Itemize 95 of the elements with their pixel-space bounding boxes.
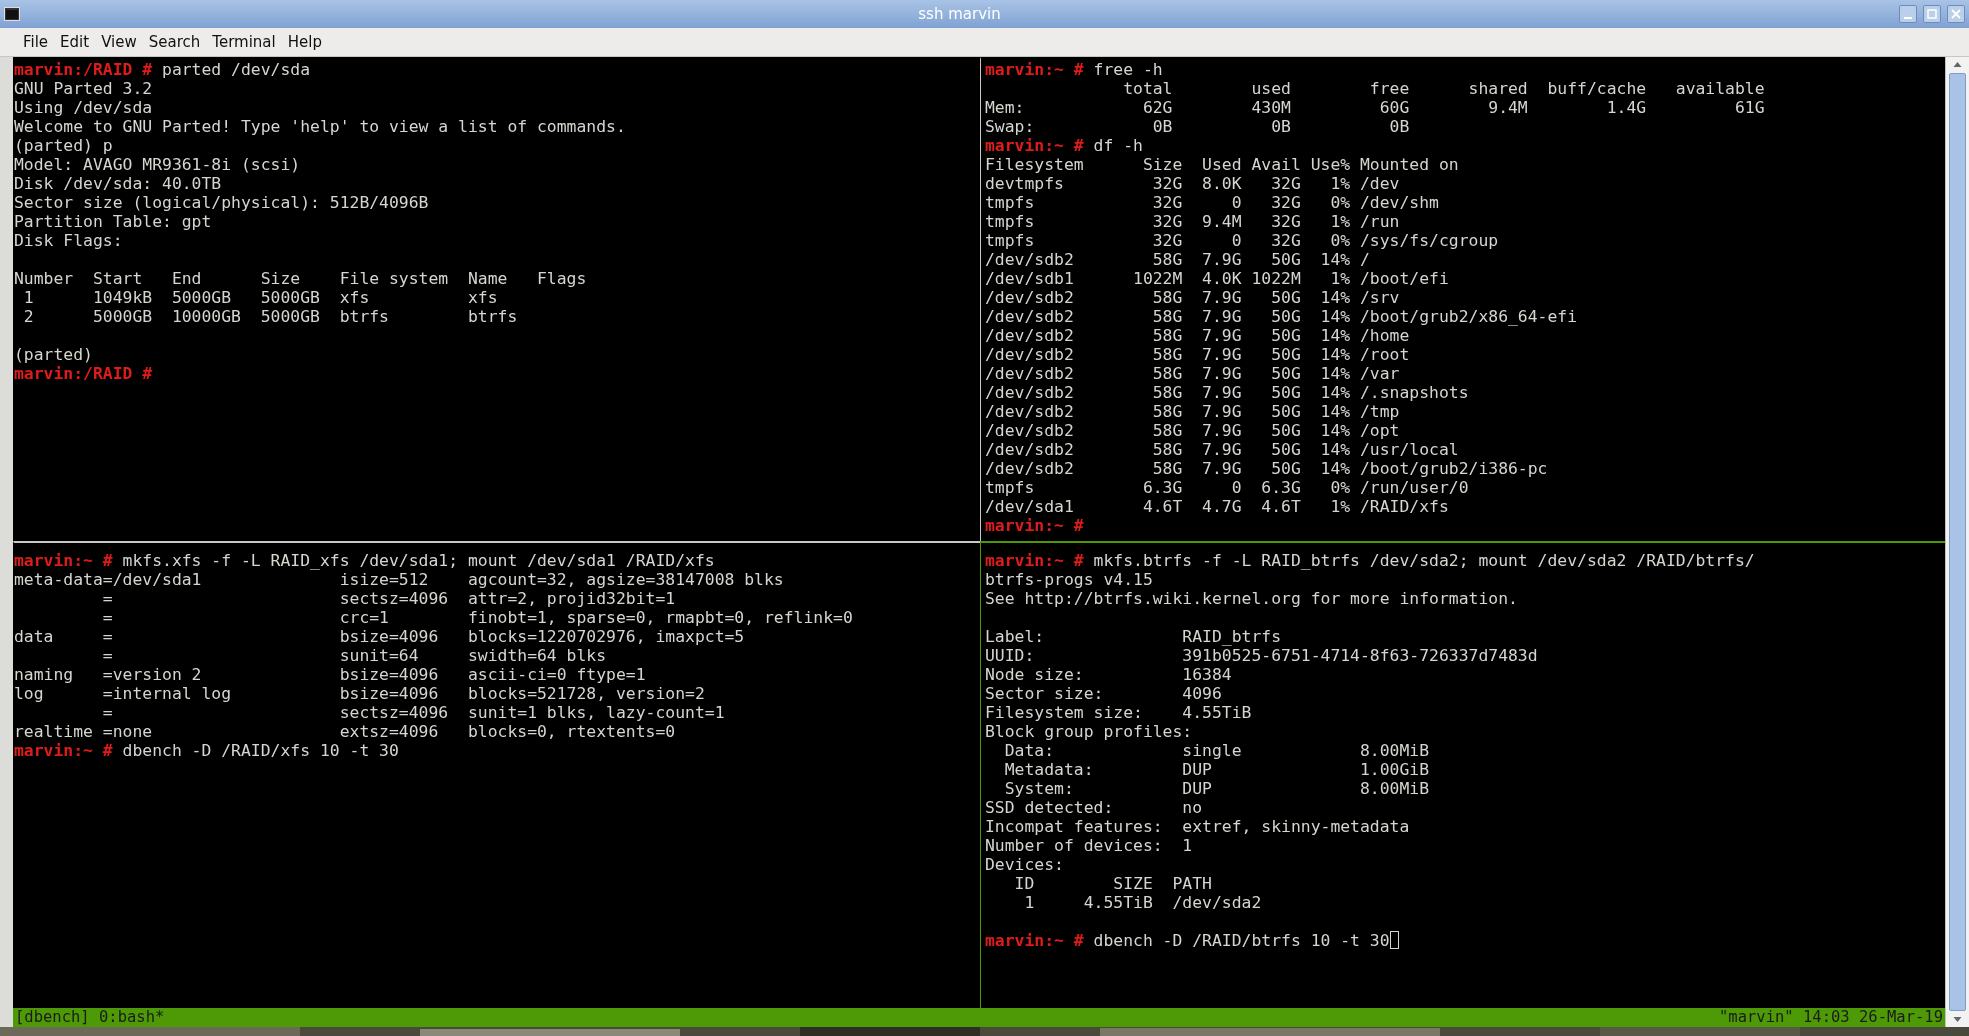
output-line: Partition Table: gpt — [14, 212, 212, 231]
output-line: = sunit=64 swidth=64 blks — [101, 646, 607, 665]
shell-prompt: marvin:/RAID # — [14, 364, 153, 383]
output-line: /dev/sdb2 58G 7.9G 50G 14% /root — [985, 345, 1410, 364]
menu-item[interactable]: Edit — [55, 30, 95, 54]
output-line: /dev/sdb2 58G 7.9G 50G 14% / — [985, 250, 1370, 269]
output-line: /dev/sdb2 58G 7.9G 50G 14% /home — [985, 326, 1410, 345]
output-line: See http://btrfs.wiki.kernel.org for more information. — [985, 589, 1518, 608]
output-line: Using /dev/sda — [14, 98, 153, 117]
output-line: /dev/sdb2 58G 7.9G 50G 14% /.snapshots — [985, 383, 1469, 402]
output-line: /dev/sdb2 58G 7.9G 50G 14% /usr/local — [985, 440, 1459, 459]
menu-item[interactable]: View — [96, 30, 142, 54]
close-icon — [1951, 9, 1961, 19]
shell-prompt: marvin:~ # — [14, 551, 113, 570]
output-line: /dev/sdb2 58G 7.9G 50G 14% /boot/grub2/x86_64-efi — [985, 307, 1578, 326]
output-line: Filesystem size: 4.55TiB — [985, 703, 1252, 722]
output-line: /dev/sdb2 58G 7.9G 50G 14% /opt — [985, 421, 1400, 440]
output-line: Number Start End Size File system Name Flags — [14, 269, 587, 288]
scroll-thumb[interactable] — [1949, 73, 1966, 1011]
scrollbar[interactable] — [1945, 57, 1969, 1027]
command-text: free -h — [1093, 60, 1163, 79]
output-line: tmpfs 6.3G 0 6.3G 0% /run/user/0 — [985, 478, 1469, 497]
output-line: Disk /dev/sda: 40.0TB — [14, 174, 222, 193]
output-line: Welcome to GNU Parted! Type 'help' to view a list of commands. — [14, 117, 626, 136]
command-text: dbench -D /RAID/btrfs 10 -t 30 — [1093, 931, 1390, 950]
output-line: Sector size: 4096 — [985, 684, 1222, 703]
close-button[interactable] — [1947, 5, 1965, 23]
output-line: = sectsz=4096 sunit=1 blks, lazy-count=1 — [101, 703, 725, 722]
output-line: (parted) — [14, 345, 93, 364]
output-line: total used free shared buff/cache available — [1122, 79, 1765, 98]
shell-prompt: marvin:~ # — [985, 551, 1084, 570]
output-line: naming =version 2 bsize=4096 ascii-ci=0 ftype=1 — [14, 665, 646, 684]
output-line: tmpfs 32G 0 32G 0% /sys/fs/cgroup — [985, 231, 1499, 250]
shell-prompt: marvin:~ # — [985, 60, 1084, 79]
output-line: tmpfs 32G 9.4M 32G 1% /run — [985, 212, 1400, 231]
shell-prompt: marvin:~ # — [14, 741, 113, 760]
output-line: meta-data=/dev/sda1 isize=512 agcount=32, agsize=38147008 blks — [14, 570, 784, 589]
command-text: mkfs.btrfs -f -L RAID_btrfs /dev/sda2; mount /dev/sda2 /RAID/btrfs/ — [1093, 551, 1755, 570]
output-line: ID SIZE PATH — [1013, 874, 1212, 893]
output-line: UUID: 391b0525-6751-4714-8f63-726337d7483d — [985, 646, 1538, 665]
output-line: 2 5000GB 10000GB 5000GB btrfs btrfs — [22, 307, 518, 326]
shell-prompt: marvin:~ # — [985, 516, 1084, 535]
output-line: Mem: 62G 430M 60G 9.4M 1.4G 61G — [985, 98, 1765, 117]
status-left: [dbench] 0:bash* — [15, 1008, 165, 1027]
command-text: dbench -D /RAID/xfs 10 -t 30 — [122, 741, 399, 760]
menu-item[interactable]: Search — [143, 30, 206, 54]
output-line: /dev/sdb1 1022M 4.0K 1022M 1% /boot/efi — [985, 269, 1449, 288]
maximize-button[interactable] — [1923, 5, 1941, 23]
shell-prompt: marvin:~ # — [985, 931, 1084, 950]
output-line: tmpfs 32G 0 32G 0% /dev/shm — [985, 193, 1439, 212]
output-line: GNU Parted 3.2 — [14, 79, 153, 98]
menu-item[interactable]: Terminal — [207, 30, 281, 54]
output-line: Block group profiles: — [985, 722, 1193, 741]
output-line: Filesystem Size Used Avail Use% Mounted on — [985, 155, 1459, 174]
output-line: SSD detected: no — [985, 798, 1203, 817]
output-line: System: DUP 8.00MiB — [1003, 779, 1430, 798]
minimize-button[interactable] — [1899, 5, 1917, 23]
output-line: 1 1049kB 5000GB 5000GB xfs xfs — [22, 288, 498, 307]
output-line: Data: single 8.00MiB — [1003, 741, 1430, 760]
shell-prompt: marvin:/RAID # — [14, 60, 153, 79]
output-line: Sector size (logical/physical): 512B/4096B — [14, 193, 429, 212]
minimize-icon — [1904, 17, 1912, 19]
output-line: Model: AVAGO MR9361-8i (scsi) — [14, 155, 301, 174]
output-line: devtmpfs 32G 8.0K 32G 1% /dev — [985, 174, 1400, 193]
output-line: Disk Flags: — [14, 231, 123, 250]
output-line: Label: RAID_btrfs — [985, 627, 1282, 646]
output-line: log =internal log bsize=4096 blocks=521728, version=2 — [14, 684, 705, 703]
command-text: parted /dev/sda — [162, 60, 311, 79]
output-line: Metadata: DUP 1.00GiB — [1003, 760, 1430, 779]
shell-prompt: marvin:~ # — [985, 136, 1084, 155]
command-text: df -h — [1093, 136, 1143, 155]
terminal-icon — [4, 7, 20, 21]
output-line: Devices: — [985, 855, 1064, 874]
menu-item[interactable]: Help — [282, 30, 327, 54]
output-line: /dev/sdb2 58G 7.9G 50G 14% /srv — [985, 288, 1400, 307]
output-line: data = bsize=4096 blocks=1220702976, imaxpct=5 — [14, 627, 745, 646]
output-line: /dev/sda1 4.6T 4.7G 4.6T 1% /RAID/xfs — [985, 497, 1449, 516]
output-line: (parted) p — [14, 136, 113, 155]
output-line: /dev/sdb2 58G 7.9G 50G 14% /tmp — [985, 402, 1400, 421]
menu-item[interactable]: File — [18, 30, 54, 54]
output-line: Number of devices: 1 — [985, 836, 1193, 855]
maximize-icon — [1927, 9, 1937, 19]
command-text: mkfs.xfs -f -L RAID_xfs /dev/sda1; mount /dev/sda1 /RAID/xfs — [122, 551, 715, 570]
output-line: btrfs-progs v4.15 — [985, 570, 1153, 589]
output-line: Swap: 0B 0B 0B — [985, 117, 1410, 136]
output-line: 1 4.55TiB /dev/sda2 — [1023, 893, 1262, 912]
window-title: ssh marvin — [917, 5, 1002, 23]
output-line: /dev/sdb2 58G 7.9G 50G 14% /var — [985, 364, 1400, 383]
output-line: Incompat features: extref, skinny-metadata — [985, 817, 1410, 836]
output-line: /dev/sdb2 58G 7.9G 50G 14% /boot/grub2/i386-pc — [985, 459, 1548, 478]
output-line: = sectsz=4096 attr=2, projid32bit=1 — [101, 589, 676, 608]
output-line: Node size: 16384 — [985, 665, 1232, 684]
output-line: realtime =none extsz=4096 blocks=0, rtextents=0 — [14, 722, 676, 741]
output-line: = crc=1 finobt=1, sparse=0, rmapbt=0, reflink=0 — [101, 608, 853, 627]
status-right: "marvin" 14:03 26-Mar-19 — [1719, 1008, 1943, 1027]
